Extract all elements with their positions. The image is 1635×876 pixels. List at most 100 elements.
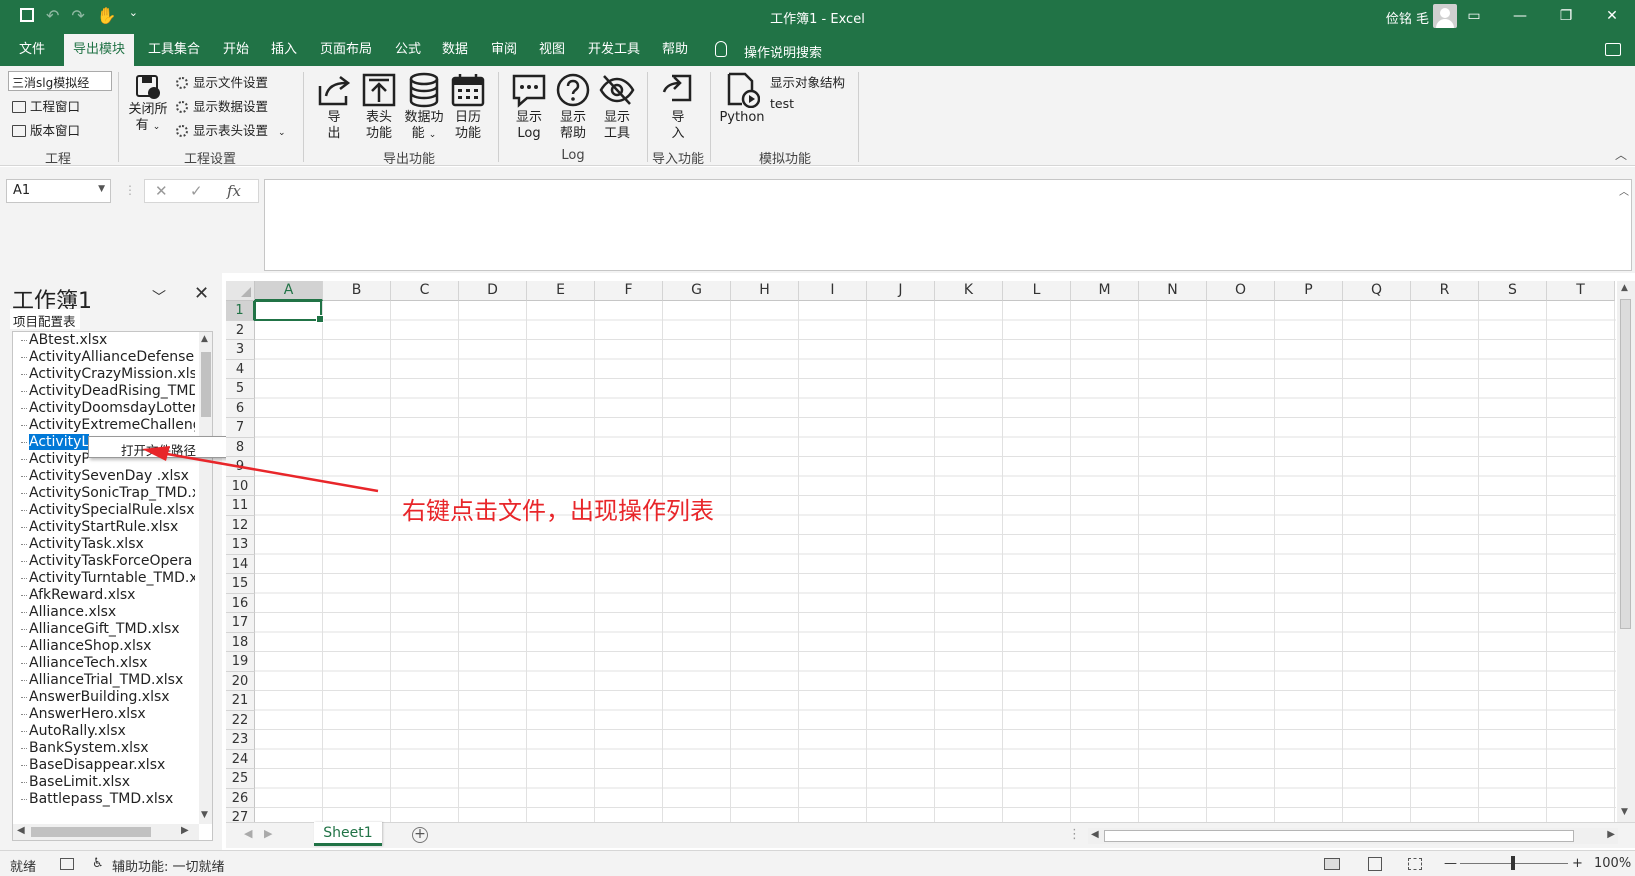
column-header[interactable]: R — [1411, 281, 1479, 301]
tell-me-search[interactable]: 操作说明搜索 — [744, 42, 822, 61]
row-header[interactable]: 18 — [226, 632, 255, 652]
calendar-function-button[interactable]: 日历 功能 — [448, 72, 488, 142]
file-list-item[interactable]: AllianceTech.xlsx — [13, 655, 195, 672]
data-function-button[interactable]: 数据功能 ⌄ — [402, 72, 446, 143]
column-header[interactable]: N — [1139, 281, 1207, 301]
user-name[interactable]: 俭铭 毛 — [1386, 8, 1429, 27]
tab-help[interactable]: 帮助 — [655, 34, 695, 66]
file-list-item[interactable]: ActivityTask.xlsx — [13, 536, 195, 553]
project-window-button[interactable]: 工程窗口 — [12, 96, 80, 115]
row-header[interactable]: 23 — [226, 730, 255, 750]
file-list-item[interactable]: AllianceTrial_TMD.xlsx — [13, 672, 195, 689]
comments-icon[interactable] — [1605, 43, 1621, 56]
enter-icon[interactable]: ✓ — [190, 182, 203, 200]
row-header[interactable]: 26 — [226, 788, 255, 808]
row-header[interactable]: 16 — [226, 593, 255, 613]
zoom-out-button[interactable]: — — [1444, 856, 1457, 871]
scroll-thumb[interactable] — [31, 827, 151, 837]
row-header[interactable]: 24 — [226, 749, 255, 769]
column-header[interactable]: I — [799, 281, 867, 301]
show-header-settings-button[interactable]: 显示表头设置 ⌄ — [176, 120, 286, 139]
select-all-button[interactable] — [226, 281, 255, 301]
scroll-right-icon[interactable]: ▶ — [181, 825, 189, 836]
chevron-down-icon[interactable]: ﹀ — [152, 287, 166, 307]
file-list-item[interactable]: AfkReward.xlsx — [13, 587, 195, 604]
vertical-scrollbar[interactable]: ▲ ▼ — [199, 332, 212, 824]
row-header[interactable]: 22 — [226, 710, 255, 730]
row-header[interactable]: 27 — [226, 808, 255, 822]
tab-formulas[interactable]: 公式 — [388, 34, 428, 66]
zoom-in-button[interactable]: + — [1572, 856, 1583, 871]
column-header[interactable]: C — [391, 281, 459, 301]
file-list-item[interactable]: ActivityAllianceDefense — [13, 349, 195, 366]
column-header[interactable]: F — [595, 281, 663, 301]
file-list-item[interactable]: ActivityStartRule.xlsx — [13, 519, 195, 536]
version-window-button[interactable]: 版本窗口 — [12, 120, 80, 139]
spreadsheet-grid[interactable]: ABCDEFGHIJKLMNOPQRST 1 2 3 4 5 6 7 8 9 10 11 12 13 14… — [226, 281, 1616, 822]
sheet-tab[interactable]: Sheet1 — [314, 822, 382, 846]
tab-insert[interactable]: 插入 — [264, 34, 304, 66]
file-list-item[interactable]: Battlepass_TMD.xlsx — [13, 791, 195, 808]
name-box[interactable]: A1 ▼ — [6, 179, 111, 203]
column-header[interactable]: B — [323, 281, 391, 301]
macro-record-icon[interactable] — [60, 858, 74, 870]
row-header[interactable]: 10 — [226, 476, 255, 496]
column-header[interactable]: H — [731, 281, 799, 301]
scroll-thumb[interactable] — [201, 352, 211, 417]
cell-area[interactable] — [255, 301, 1616, 822]
row-header[interactable]: 21 — [226, 691, 255, 711]
row-header[interactable]: 25 — [226, 769, 255, 789]
scroll-up-icon[interactable]: ▲ — [1621, 283, 1628, 293]
zoom-slider-thumb[interactable] — [1511, 856, 1515, 870]
column-header[interactable]: Q — [1343, 281, 1411, 301]
scroll-down-icon[interactable]: ▼ — [1621, 807, 1628, 817]
scroll-left-icon[interactable]: ◀ — [1091, 829, 1099, 840]
add-sheet-button[interactable]: + — [412, 827, 428, 843]
tab-home[interactable]: 开始 — [216, 34, 256, 66]
column-header[interactable]: A — [255, 281, 323, 301]
row-header[interactable]: 11 — [226, 496, 255, 516]
scroll-thumb[interactable] — [1620, 299, 1631, 629]
column-header[interactable]: T — [1547, 281, 1615, 301]
file-list-item[interactable]: Alliance.xlsx — [13, 604, 195, 621]
file-list-item[interactable]: AllianceGift_TMD.xlsx — [13, 621, 195, 638]
show-data-settings-button[interactable]: 显示数据设置 — [176, 96, 268, 115]
row-header[interactable]: 12 — [226, 515, 255, 535]
row-header[interactable]: 6 — [226, 398, 255, 418]
tab-view[interactable]: 视图 — [532, 34, 572, 66]
row-header[interactable]: 20 — [226, 671, 255, 691]
tab-tool-collection[interactable]: 工具集合 — [144, 34, 204, 66]
file-list-item[interactable]: ActivitySevenDay .xlsx — [13, 468, 195, 485]
close-all-button[interactable]: 关闭所 有 ⌄ — [126, 74, 170, 135]
collapse-ribbon-icon[interactable]: ︿ — [1615, 146, 1627, 163]
file-list-item[interactable]: ActivitySonicTrap_TMD.x — [13, 485, 195, 502]
tab-data[interactable]: 数据 — [435, 34, 475, 66]
horizontal-scrollbar[interactable]: ◀ ▶ — [13, 824, 199, 840]
scroll-up-icon[interactable]: ▲ — [201, 334, 208, 344]
show-object-structure-button[interactable]: 显示对象结构 — [770, 72, 845, 91]
row-header[interactable]: 4 — [226, 359, 255, 379]
scroll-left-icon[interactable]: ◀ — [17, 825, 25, 836]
row-header[interactable]: 3 — [226, 340, 255, 360]
collapse-formula-icon[interactable]: ︿ — [1619, 183, 1629, 198]
tab-file[interactable]: 文件 — [10, 34, 54, 66]
file-list-item[interactable]: ActivityDoomsdayLotter — [13, 400, 195, 417]
column-header[interactable]: L — [1003, 281, 1071, 301]
row-header[interactable]: 5 — [226, 379, 255, 399]
normal-view-icon[interactable] — [1324, 858, 1340, 870]
file-list-item[interactable]: ActivityCrazyMission.xlsx — [13, 366, 195, 383]
file-list-item[interactable]: ActivitySpecialRule.xlsx — [13, 502, 195, 519]
column-header[interactable]: J — [867, 281, 935, 301]
accessibility-status[interactable]: 辅助功能: 一切就绪 — [112, 856, 225, 875]
drag-handle-icon[interactable]: ⋮ — [124, 183, 136, 197]
file-list-item[interactable]: AnswerBuilding.xlsx — [13, 689, 195, 706]
row-header[interactable]: 1 — [226, 301, 255, 321]
file-list-item[interactable]: BaseLimit.xlsx — [13, 774, 195, 791]
file-list-item[interactable]: ActivityTurntable_TMD.x — [13, 570, 195, 587]
row-header[interactable]: 19 — [226, 652, 255, 672]
minimize-button[interactable]: — — [1497, 0, 1543, 34]
column-header[interactable]: G — [663, 281, 731, 301]
tab-page-layout[interactable]: 页面布局 — [314, 34, 378, 66]
column-header[interactable]: D — [459, 281, 527, 301]
tab-review[interactable]: 审阅 — [484, 34, 524, 66]
